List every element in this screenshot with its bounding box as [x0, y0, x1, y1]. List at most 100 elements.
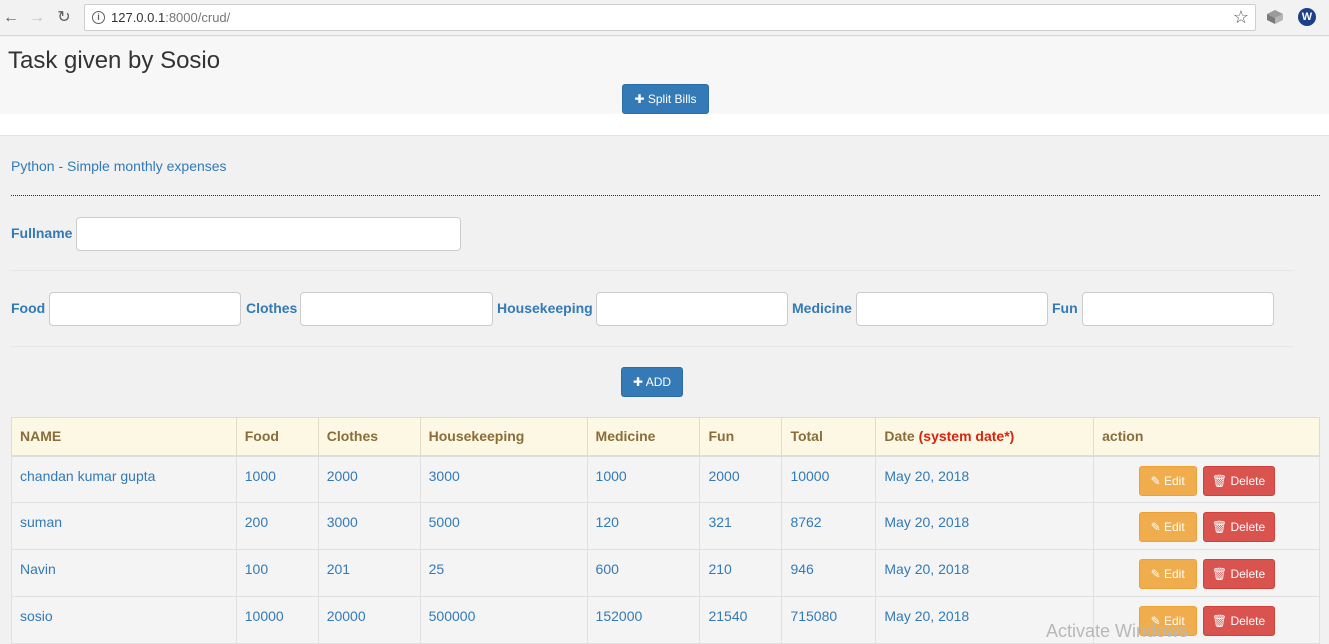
trash-icon: 🗑 [1211, 473, 1228, 488]
cell-housekeeping: 3000 [419, 455, 588, 503]
cell-housekeeping: 5000 [419, 502, 588, 550]
cell-housekeeping: 25 [419, 549, 588, 597]
browser-toolbar: ← → ↻ i 127.0.0.1:8000/crud/ ☆ W [0, 0, 1329, 36]
header-date: Date (system date*) [875, 417, 1095, 457]
split-bills-label: Split Bills [647, 92, 697, 106]
housekeeping-input[interactable] [596, 292, 788, 326]
edit-button[interactable]: ✎ Edit [1138, 559, 1197, 589]
table-row: suman 200 3000 5000 120 321 8762 May 20,… [11, 502, 1320, 550]
bookmark-star-icon[interactable]: ☆ [1233, 7, 1249, 28]
edit-button[interactable]: ✎ Edit [1138, 512, 1197, 542]
page-body: Task given by Sosio ✚ Split Bills Python… [0, 37, 1329, 644]
header-date-label: Date [884, 428, 915, 445]
clothes-input[interactable] [300, 292, 493, 326]
food-input[interactable] [49, 292, 241, 326]
food-label: Food [11, 300, 46, 316]
cell-medicine: 120 [586, 502, 701, 550]
plus-icon: ✚ [632, 375, 644, 389]
extension-w-icon[interactable]: W [1298, 8, 1316, 26]
trash-icon: 🗑 [1211, 614, 1228, 628]
url-text[interactable]: 127.0.0.1:8000/crud/ [111, 10, 230, 25]
cell-total: 8762 [781, 502, 877, 550]
dotted-divider [11, 195, 1320, 196]
cell-clothes: 3000 [317, 502, 421, 550]
edit-icon: ✎ [1150, 473, 1161, 488]
header-name: NAME [11, 417, 237, 457]
header-fun: Fun [699, 417, 783, 457]
fullname-label: Fullname [11, 225, 73, 241]
form-subtitle: Python - Simple monthly expenses [11, 158, 227, 174]
cell-food: 10000 [235, 596, 319, 644]
cell-clothes: 20000 [317, 596, 421, 644]
reload-icon[interactable]: ↻ [53, 7, 75, 29]
fullname-input[interactable] [76, 217, 461, 251]
extension-cube-icon[interactable] [1266, 9, 1284, 25]
edit-icon: ✎ [1150, 520, 1161, 534]
cell-medicine: 600 [586, 549, 701, 597]
header: Task given by Sosio ✚ Split Bills [0, 37, 1329, 114]
header-divider-strip [0, 114, 1329, 136]
header-total: Total [781, 417, 877, 457]
edit-button[interactable]: ✎ Edit [1138, 465, 1197, 496]
expenses-table: NAME Food Clothes Housekeeping Medicine … [11, 417, 1320, 644]
page-title: Task given by Sosio [8, 47, 221, 74]
split-bills-button[interactable]: ✚ Split Bills [622, 84, 709, 114]
cell-action: ✎ Edit 🗑 Delete [1093, 549, 1320, 597]
cell-total: 946 [781, 549, 877, 597]
cell-date: May 20, 2018 [875, 502, 1095, 550]
header-medicine: Medicine [586, 417, 701, 457]
activate-windows-watermark: Activate Windows [1046, 621, 1189, 641]
header-food: Food [235, 417, 319, 457]
delete-button[interactable]: 🗑 Delete [1202, 512, 1275, 542]
fun-input[interactable] [1082, 292, 1274, 326]
cell-fun: 210 [699, 549, 783, 597]
forward-arrow-icon[interactable]: → [26, 7, 48, 29]
clothes-label: Clothes [246, 300, 298, 316]
add-button[interactable]: ✚ ADD [621, 367, 683, 397]
cell-medicine: 152000 [586, 596, 701, 644]
delete-button[interactable]: 🗑 Delete [1202, 606, 1275, 636]
plus-icon: ✚ [634, 92, 645, 106]
edit-label: Edit [1163, 567, 1185, 581]
cell-fun: 21540 [699, 596, 783, 644]
cell-fun: 321 [699, 502, 783, 550]
delete-button[interactable]: 🗑 Delete [1202, 465, 1275, 496]
medicine-label: Medicine [792, 300, 852, 316]
cell-clothes: 201 [317, 549, 421, 597]
cell-name: Navin [11, 549, 237, 597]
delete-label: Delete [1230, 473, 1266, 488]
cell-housekeeping: 500000 [419, 596, 588, 644]
header-date-hint: (system date*) [918, 428, 1015, 445]
back-arrow-icon[interactable]: ← [0, 7, 22, 29]
form-separator [11, 270, 1293, 271]
cell-name: chandan kumar gupta [11, 455, 237, 503]
info-icon[interactable]: i [92, 11, 105, 24]
header-clothes: Clothes [317, 417, 421, 457]
cell-food: 100 [235, 549, 319, 597]
cell-clothes: 2000 [317, 455, 421, 503]
trash-icon: 🗑 [1211, 520, 1228, 534]
form-separator [11, 346, 1293, 347]
medicine-input[interactable] [856, 292, 1048, 326]
cell-name: sosio [11, 596, 237, 644]
cell-name: suman [11, 502, 237, 550]
cell-date: May 20, 2018 [875, 549, 1095, 597]
address-bar[interactable]: i 127.0.0.1:8000/crud/ ☆ [84, 4, 1256, 31]
cell-food: 200 [235, 502, 319, 550]
header-housekeeping: Housekeeping [419, 417, 588, 457]
fun-label: Fun [1052, 300, 1078, 316]
cell-medicine: 1000 [586, 455, 701, 503]
url-host: 127.0.0.1 [111, 10, 166, 25]
delete-button[interactable]: 🗑 Delete [1202, 559, 1275, 589]
cell-date: May 20, 2018 [875, 455, 1095, 503]
table-row: chandan kumar gupta 1000 2000 3000 1000 … [11, 455, 1320, 503]
cell-total: 10000 [781, 455, 877, 503]
delete-label: Delete [1230, 567, 1266, 581]
table-row: Navin 100 201 25 600 210 946 May 20, 201… [11, 549, 1320, 597]
housekeeping-label: Housekeeping [497, 300, 593, 316]
trash-icon: 🗑 [1211, 567, 1228, 581]
url-path: :8000/crud/ [165, 10, 231, 25]
table-header-row: NAME Food Clothes Housekeeping Medicine … [11, 417, 1320, 457]
delete-label: Delete [1230, 520, 1266, 534]
edit-icon: ✎ [1150, 567, 1161, 581]
